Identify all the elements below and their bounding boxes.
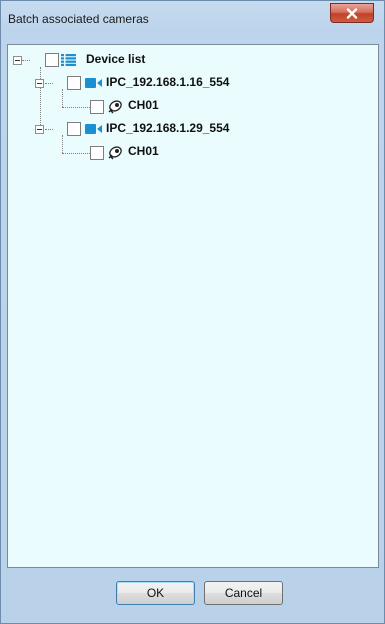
tree-connector bbox=[40, 67, 41, 129]
tree-connector bbox=[62, 107, 90, 108]
dialog-title: Batch associated cameras bbox=[8, 12, 149, 26]
device-tree[interactable]: Device list IPC_192.168.1.16_554 CH01 IP… bbox=[7, 44, 379, 568]
close-icon bbox=[346, 7, 358, 19]
collapse-toggle[interactable] bbox=[13, 56, 22, 65]
tree-node-label[interactable]: IPC_192.168.1.29_554 bbox=[106, 121, 229, 135]
close-button[interactable] bbox=[330, 3, 374, 23]
tree-connector bbox=[62, 135, 63, 153]
list-icon bbox=[61, 54, 76, 66]
tree-connector bbox=[45, 83, 53, 84]
batch-associated-cameras-dialog: Batch associated cameras Device list IPC… bbox=[0, 0, 385, 624]
cctv-channel-icon bbox=[108, 146, 122, 160]
channel-checkbox[interactable] bbox=[90, 100, 104, 114]
title-bar[interactable]: Batch associated cameras bbox=[1, 1, 384, 37]
tree-node-label[interactable]: Device list bbox=[86, 52, 145, 66]
tree-connector bbox=[62, 89, 63, 107]
device-checkbox[interactable] bbox=[67, 122, 81, 136]
channel-checkbox[interactable] bbox=[90, 146, 104, 160]
tree-node-label[interactable]: CH01 bbox=[128, 144, 159, 158]
collapse-toggle[interactable] bbox=[35, 125, 44, 134]
device-checkbox[interactable] bbox=[67, 76, 81, 90]
tree-connector bbox=[22, 60, 30, 61]
tree-connector bbox=[62, 153, 90, 154]
tree-connector bbox=[45, 129, 53, 130]
collapse-toggle[interactable] bbox=[35, 79, 44, 88]
ok-button[interactable]: OK bbox=[116, 581, 195, 605]
camera-icon bbox=[85, 78, 102, 88]
dialog-footer: OK Cancel bbox=[7, 568, 379, 618]
camera-icon bbox=[85, 124, 102, 134]
cancel-button[interactable]: Cancel bbox=[204, 581, 283, 605]
tree-node-label[interactable]: IPC_192.168.1.16_554 bbox=[106, 75, 229, 89]
cctv-channel-icon bbox=[108, 100, 122, 114]
device-list-checkbox[interactable] bbox=[45, 53, 59, 67]
tree-node-label[interactable]: CH01 bbox=[128, 98, 159, 112]
